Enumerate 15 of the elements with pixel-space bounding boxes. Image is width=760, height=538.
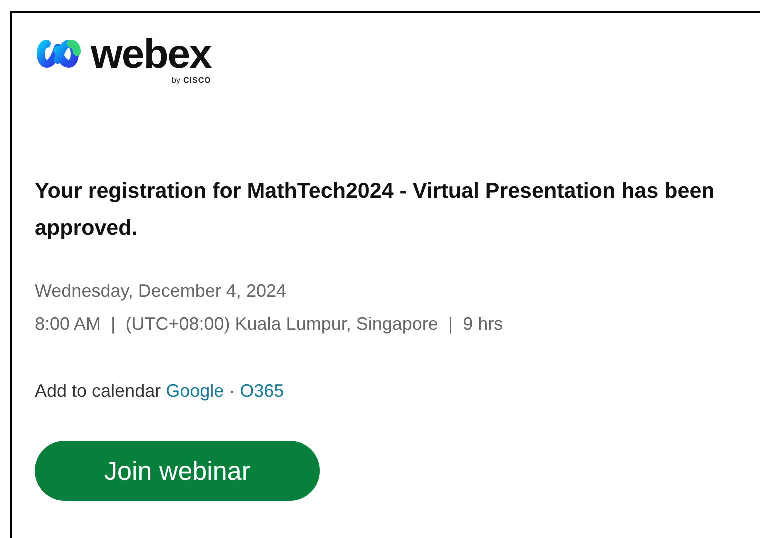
separator: |	[111, 313, 116, 336]
event-timezone: (UTC+08:00) Kuala Lumpur, Singapore	[126, 313, 438, 336]
event-date: Wednesday, December 4, 2024	[35, 280, 288, 303]
logo-wordmark: webex	[91, 36, 212, 72]
event-time: 8:00 AM	[35, 313, 102, 336]
calendar-link[interactable]: Google	[166, 381, 224, 402]
calendar-label: Add to calendar	[35, 381, 162, 402]
heading: Your registration for MathTech2024 - Virtual Presentation has been approved.	[35, 178, 716, 242]
event-duration: 9 hrs	[463, 313, 504, 336]
logo-byline: by	[172, 76, 180, 85]
separator: |	[448, 313, 454, 336]
calendar-link[interactable]: O365	[240, 381, 284, 402]
link-separator: ·	[229, 381, 236, 402]
join-webinar-button[interactable]: Join webinar	[35, 441, 320, 501]
logo-brand: CISCO	[184, 76, 212, 85]
